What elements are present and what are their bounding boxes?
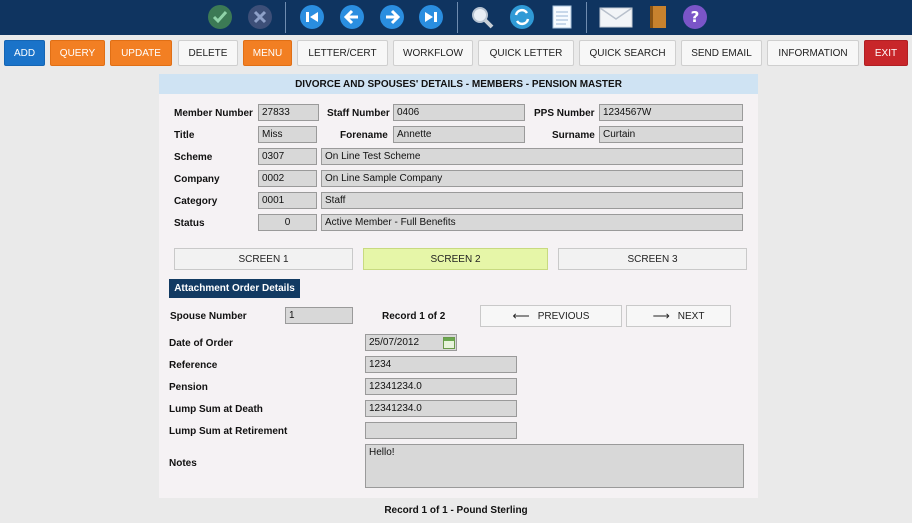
menu-button[interactable]: MENU: [243, 40, 292, 66]
search-icon[interactable]: [469, 4, 495, 30]
quick-letter-button[interactable]: QUICK LETTER: [478, 40, 574, 66]
previous-record-icon[interactable]: [339, 4, 365, 30]
member-number-field[interactable]: 27833: [258, 104, 319, 121]
delete-button[interactable]: DELETE: [178, 40, 238, 66]
footer-status: Record 1 of 1 - Pound Sterling: [384, 505, 528, 516]
record-counter: Record 1 of 2: [382, 311, 446, 322]
workflow-button[interactable]: WORKFLOW: [393, 40, 473, 66]
tab-screen-2[interactable]: SCREEN 2: [363, 248, 548, 270]
letter-cert-button[interactable]: LETTER/CERT: [297, 40, 388, 66]
lump-sum-retirement-field[interactable]: [365, 422, 517, 439]
title-label: Title: [174, 130, 195, 141]
toolbar-divider: [457, 2, 458, 33]
notes-textarea[interactable]: Hello!: [365, 444, 744, 488]
forename-label: Forename: [340, 130, 388, 141]
lump-sum-death-field[interactable]: 12341234.0: [365, 400, 517, 417]
exit-button[interactable]: EXIT: [864, 40, 908, 66]
forename-field[interactable]: Annette: [393, 126, 525, 143]
category-code-field[interactable]: 0001: [258, 192, 317, 209]
refresh-icon[interactable]: [509, 4, 535, 30]
top-toolbar: ?: [0, 0, 912, 35]
reference-label: Reference: [169, 360, 218, 371]
attachment-section-title: Attachment Order Details: [169, 279, 300, 298]
reference-field[interactable]: 1234: [365, 356, 517, 373]
lump-sum-retirement-label: Lump Sum at Retirement: [169, 426, 288, 437]
help-icon[interactable]: ?: [682, 4, 708, 30]
panel-title: DIVORCE AND SPOUSES' DETAILS - MEMBERS -…: [159, 74, 758, 94]
tab-screen-1[interactable]: SCREEN 1: [174, 248, 353, 270]
spouse-number-field[interactable]: 1: [285, 307, 353, 324]
pps-number-field[interactable]: 1234567W: [599, 104, 743, 121]
lump-sum-death-label: Lump Sum at Death: [169, 404, 263, 415]
staff-number-field[interactable]: 0406: [393, 104, 525, 121]
confirm-icon[interactable]: [207, 4, 233, 30]
query-button[interactable]: QUERY: [50, 40, 105, 66]
status-code-field[interactable]: 0: [258, 214, 317, 231]
company-name-field[interactable]: On Line Sample Company: [321, 170, 743, 187]
title-field[interactable]: Miss: [258, 126, 317, 143]
update-button[interactable]: UPDATE: [110, 40, 172, 66]
staff-number-label: Staff Number: [327, 108, 390, 119]
arrow-left-icon: ⟵: [512, 309, 530, 323]
previous-button-label: PREVIOUS: [537, 310, 590, 322]
svg-text:?: ?: [691, 8, 700, 26]
next-record-icon[interactable]: [379, 4, 405, 30]
date-of-order-label: Date of Order: [169, 338, 233, 349]
notes-label: Notes: [169, 458, 197, 469]
first-record-icon[interactable]: [299, 4, 325, 30]
company-code-field[interactable]: 0002: [258, 170, 317, 187]
information-button[interactable]: INFORMATION: [767, 40, 859, 66]
calendar-icon[interactable]: [443, 337, 455, 349]
last-record-icon[interactable]: [418, 4, 444, 30]
cancel-icon[interactable]: [247, 4, 273, 30]
category-label: Category: [174, 196, 218, 207]
pps-number-label: PPS Number: [534, 108, 595, 119]
notes-icon[interactable]: [549, 4, 575, 30]
email-icon[interactable]: [599, 4, 633, 30]
tab-screen-3[interactable]: SCREEN 3: [558, 248, 747, 270]
spouse-number-label: Spouse Number: [170, 311, 247, 322]
toolbar-divider: [285, 2, 286, 33]
status-name-field[interactable]: Active Member - Full Benefits: [321, 214, 743, 231]
action-button-row: ADD QUERY UPDATE DELETE MENU LETTER/CERT…: [0, 40, 912, 66]
pension-field[interactable]: 12341234.0: [365, 378, 517, 395]
previous-button[interactable]: ⟵ PREVIOUS: [480, 305, 622, 327]
next-button[interactable]: ⟶ NEXT: [626, 305, 731, 327]
scheme-label: Scheme: [174, 152, 213, 163]
quick-search-button[interactable]: QUICK SEARCH: [579, 40, 676, 66]
arrow-right-icon: ⟶: [652, 309, 670, 323]
company-label: Company: [174, 174, 220, 185]
add-button[interactable]: ADD: [4, 40, 45, 66]
surname-label: Surname: [552, 130, 595, 141]
scheme-code-field[interactable]: 0307: [258, 148, 317, 165]
book-icon[interactable]: [645, 4, 671, 30]
scheme-name-field[interactable]: On Line Test Scheme: [321, 148, 743, 165]
toolbar-divider: [586, 2, 587, 33]
next-button-label: NEXT: [677, 310, 705, 322]
member-number-label: Member Number: [174, 108, 253, 119]
category-name-field[interactable]: Staff: [321, 192, 743, 209]
surname-field[interactable]: Curtain: [599, 126, 743, 143]
send-email-button[interactable]: SEND EMAIL: [681, 40, 762, 66]
status-label: Status: [174, 218, 205, 229]
pension-label: Pension: [169, 382, 208, 393]
